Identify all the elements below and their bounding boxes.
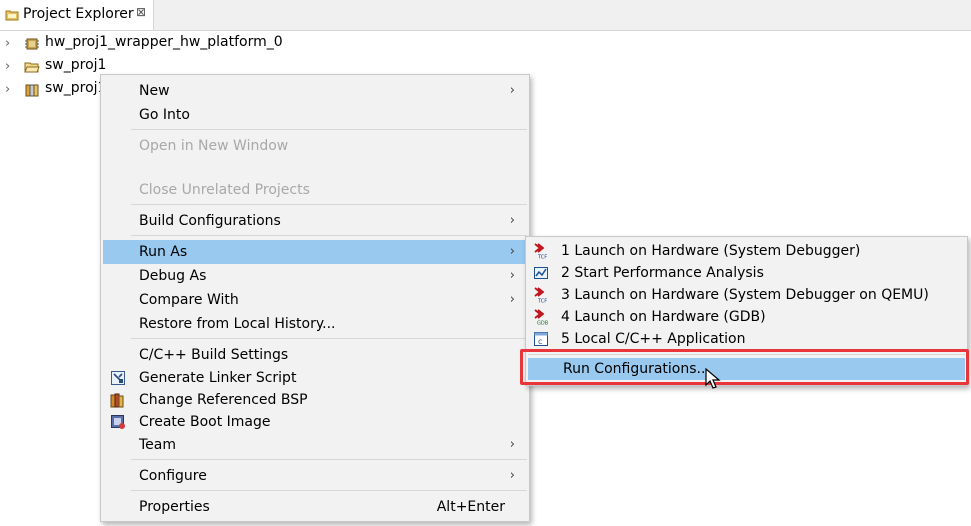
menu-item-label: Properties (139, 499, 210, 515)
menu-item-open-in-new-window: Open in New Window (103, 134, 527, 158)
run-launch-hardware-qemu[interactable]: TCF 3 Launch on Hardware (System Debugge… (526, 284, 967, 306)
menu-item-label: Configure (139, 468, 207, 484)
menu-item-label: Change Referenced BSP (139, 392, 308, 408)
c-application-icon: c (534, 332, 548, 346)
menu-item-label: Build Configurations (139, 213, 281, 229)
menu-item-create-boot-image[interactable]: Create Boot Image (103, 410, 527, 434)
view-tab-bar: Project Explorer ⊠ (0, 0, 971, 31)
tree-item-hw-platform[interactable]: › hw_proj1_wrapper_hw_platform_0 (0, 33, 300, 55)
menu-item-label: 5 Local C/C++ Application (561, 331, 746, 347)
menu-item-label: New (139, 83, 170, 99)
menu-item-label: C/C++ Build Settings (139, 347, 289, 363)
run-launch-hardware-gdb[interactable]: GDB 4 Launch on Hardware (GDB) (526, 306, 967, 328)
menu-item-go-into[interactable]: Go Into (103, 103, 527, 127)
tree-item-label: sw_proj1 (45, 80, 107, 96)
linker-script-icon (111, 371, 125, 385)
menu-separator (131, 235, 527, 236)
menu-separator (131, 459, 527, 460)
run-launch-hardware-system-debugger[interactable]: TCF 1 Launch on Hardware (System Debugge… (526, 240, 967, 262)
menu-item-label: 4 Launch on Hardware (GDB) (561, 309, 766, 325)
shortcut-label: Alt+Enter (436, 499, 505, 515)
menu-item-label: 3 Launch on Hardware (System Debugger on… (561, 287, 929, 303)
menu-item-cpp-build-settings[interactable]: C/C++ Build Settings (103, 343, 527, 367)
run-start-performance-analysis[interactable]: 2 Start Performance Analysis (526, 262, 967, 284)
chevron-right-icon[interactable]: › (5, 82, 10, 97)
performance-chart-icon (534, 267, 548, 279)
chevron-right-icon: › (509, 83, 515, 98)
menu-item-label: 1 Launch on Hardware (System Debugger) (561, 243, 861, 259)
menu-item-label: Compare With (139, 292, 239, 308)
menu-item-generate-linker-script[interactable]: Generate Linker Script (103, 366, 527, 390)
mouse-cursor-icon (705, 368, 721, 389)
context-menu: New › Go Into Open in New Window Close U… (100, 74, 530, 522)
svg-text:TCF: TCF (537, 255, 547, 260)
menu-item-change-referenced-bsp[interactable]: Change Referenced BSP (103, 388, 527, 412)
chevron-right-icon[interactable]: › (5, 59, 10, 74)
menu-item-build-configurations[interactable]: Build Configurations › (103, 209, 527, 233)
run-local-c-cpp-application[interactable]: c 5 Local C/C++ Application (526, 328, 967, 350)
chevron-right-icon: › (509, 244, 515, 259)
chevron-right-icon[interactable]: › (5, 36, 10, 51)
menu-item-team[interactable]: Team › (103, 433, 527, 457)
menu-item-label: Run As (139, 244, 188, 260)
menu-item-configure[interactable]: Configure › (103, 464, 527, 488)
menu-item-debug-as[interactable]: Debug As › (103, 264, 527, 288)
menu-item-close-unrelated-projects: Close Unrelated Projects (103, 178, 527, 202)
boot-image-icon (111, 415, 125, 429)
menu-separator (131, 129, 527, 130)
tcf-launch-icon: TCF (534, 287, 547, 304)
menu-item-run-as[interactable]: Run As › (103, 240, 527, 264)
menu-item-new[interactable]: New › (103, 79, 527, 103)
menu-item-compare-with[interactable]: Compare With › (103, 288, 527, 312)
open-folder-project-icon (24, 62, 40, 73)
menu-separator (131, 338, 527, 339)
highlight-callout-box (520, 349, 969, 385)
svg-text:c: c (538, 337, 542, 346)
bsp-project-icon (25, 84, 39, 97)
menu-separator (131, 490, 527, 491)
menu-item-label: Create Boot Image (139, 414, 271, 430)
tree-item-label: hw_proj1_wrapper_hw_platform_0 (45, 34, 283, 50)
gdb-launch-icon: GDB (534, 309, 549, 326)
menu-item-label: 2 Start Performance Analysis (561, 265, 764, 281)
chevron-right-icon: › (509, 213, 515, 228)
menu-item-label: Restore from Local History... (139, 316, 336, 332)
hardware-platform-icon (25, 38, 39, 50)
bsp-icon (110, 393, 124, 408)
chevron-right-icon: › (509, 468, 515, 483)
menu-item-restore-from-local-history[interactable]: Restore from Local History... (103, 312, 527, 336)
menu-item-properties[interactable]: Properties Alt+Enter (103, 495, 527, 519)
close-icon[interactable]: ⊠ (136, 5, 146, 19)
tab-title: Project Explorer (23, 6, 134, 22)
svg-text:TCF: TCF (537, 299, 547, 304)
chevron-right-icon: › (509, 268, 515, 283)
chevron-right-icon: › (509, 292, 515, 307)
menu-item-label: Debug As (139, 268, 207, 284)
menu-item-label: Close Unrelated Projects (139, 182, 310, 198)
menu-item-label: Team (139, 437, 177, 453)
tcf-launch-icon: TCF (534, 243, 547, 260)
menu-item-label: Generate Linker Script (139, 370, 297, 386)
project-explorer-tab[interactable]: Project Explorer ⊠ (0, 0, 154, 30)
menu-item-label: Open in New Window (139, 138, 289, 154)
tree-item-label: sw_proj1 (45, 57, 107, 73)
menu-separator (131, 204, 527, 205)
chevron-right-icon: › (509, 437, 515, 452)
svg-text:GDB: GDB (537, 321, 549, 326)
project-explorer-icon (5, 10, 19, 21)
menu-item-label: Go Into (139, 107, 190, 123)
